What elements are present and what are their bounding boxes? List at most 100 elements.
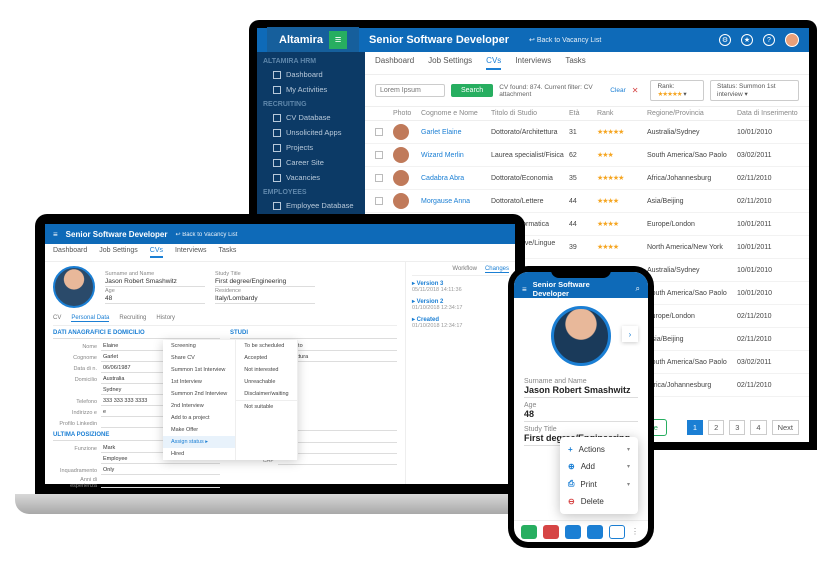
version-item[interactable]: ▸ Version 305/11/2018 14:11:36 <box>412 280 509 293</box>
sidebar-item-vacancies[interactable]: Vacancies <box>257 170 365 185</box>
laptop-header: ≡ Senior Software Developer ↩ Back to Va… <box>45 224 515 244</box>
menu-item[interactable]: Hired <box>163 448 235 460</box>
rtab-changes[interactable]: Changes <box>485 266 509 273</box>
clear-link[interactable]: Clear <box>610 87 626 94</box>
menu-delete[interactable]: ⊖Delete <box>560 493 638 510</box>
menu-icon[interactable]: ≡ <box>329 31 347 49</box>
row-name[interactable]: Morgause Anna <box>421 198 491 205</box>
table-row[interactable]: Wizard Merlin Laurea specialist/Fisica 6… <box>365 144 809 167</box>
menu-item[interactable]: Accepted <box>236 352 296 364</box>
menu-item[interactable]: Disclaimer/waiting <box>236 388 296 400</box>
sidebar-item-projects[interactable]: Projects <box>257 140 365 155</box>
tab-cvs[interactable]: CVs <box>150 247 163 258</box>
back-link[interactable]: ↩ Back to Vacancy List <box>175 231 237 238</box>
rtab-workflow[interactable]: Workflow <box>452 266 477 273</box>
menu-item[interactable]: Screening <box>163 340 235 352</box>
page-4[interactable]: 4 <box>750 420 766 435</box>
tab-tasks[interactable]: Tasks <box>565 56 585 70</box>
menu-actions[interactable]: +Actions▾ <box>560 441 638 458</box>
menu-item[interactable]: Unreachable <box>236 376 296 388</box>
back-link[interactable]: ↩ Back to Vacancy List <box>529 36 601 44</box>
menu-item[interactable]: 1st Interview <box>163 376 235 388</box>
menu-item[interactable]: 2nd Interview <box>163 400 235 412</box>
search-input[interactable] <box>375 84 445 97</box>
subtab-recruiting[interactable]: Recruiting <box>119 315 146 322</box>
row-name[interactable]: Wizard Merlin <box>421 152 491 159</box>
tab-interviews[interactable]: Interviews <box>175 247 207 258</box>
form-input[interactable]: Only <box>101 466 220 475</box>
sidebar-item-cvdb[interactable]: CV Database <box>257 110 365 125</box>
row-checkbox[interactable] <box>375 197 383 205</box>
sidebar-item-dashboard[interactable]: Dashboard <box>257 67 365 82</box>
sidebar-item-empdb[interactable]: Employee Database <box>257 198 365 213</box>
version-item[interactable]: ▸ Created01/10/2018 12:34:17 <box>412 316 509 329</box>
action-menu: +Actions▾ ⊕Add▾ ⎙Print▾ ⊖Delete <box>560 437 638 514</box>
right-panel: Workflow Changes ▸ Version 305/11/2018 1… <box>405 262 515 484</box>
table-row[interactable]: Cadabra Abra Dottorato/Economia 35 ★★★★★… <box>365 167 809 190</box>
rank-filter[interactable]: Rank: ★★★★★ ▾ <box>650 80 704 101</box>
help-icon[interactable]: ? <box>763 34 775 46</box>
table-row[interactable]: Garlet Elaine Dottorato/Architettura 31 … <box>365 121 809 144</box>
sidebar-item-career[interactable]: Career Site <box>257 155 365 170</box>
menu-item[interactable]: Summon 2nd Interview <box>163 388 235 400</box>
star-icon[interactable]: ★ <box>741 34 753 46</box>
menu-add[interactable]: ⊕Add▾ <box>560 458 638 475</box>
row-checkbox[interactable] <box>375 174 383 182</box>
page-next[interactable]: Next <box>772 420 799 435</box>
bottom-btn-5[interactable] <box>609 525 625 539</box>
settings-icon[interactable]: ⚙ <box>719 34 731 46</box>
row-name[interactable]: Cadabra Abra <box>421 175 491 182</box>
tab-tasks[interactable]: Tasks <box>219 247 237 258</box>
tab-interviews[interactable]: Interviews <box>515 56 551 70</box>
menu-item[interactable]: Assign status ▸ <box>163 436 235 448</box>
sidebar-item-activities[interactable]: My Activities <box>257 82 365 97</box>
row-avatar <box>393 147 409 163</box>
tab-dashboard[interactable]: Dashboard <box>375 56 414 70</box>
subtab-personal[interactable]: Personal Data <box>71 315 109 322</box>
menu-item[interactable]: Share CV <box>163 352 235 364</box>
tab-jobsettings[interactable]: Job Settings <box>99 247 138 258</box>
bottom-btn-3[interactable] <box>565 525 581 539</box>
row-age: 62 <box>569 152 597 159</box>
menu-print[interactable]: ⎙Print▾ <box>560 475 638 493</box>
page-2[interactable]: 2 <box>708 420 724 435</box>
page-3[interactable]: 3 <box>729 420 745 435</box>
bottom-btn-2[interactable] <box>543 525 559 539</box>
sidebar-item-unsolicited[interactable]: Unsolicited Apps <box>257 125 365 140</box>
menu-item[interactable]: Not interested <box>236 364 296 376</box>
next-icon[interactable]: › <box>622 326 638 342</box>
subtab-history[interactable]: History <box>156 315 175 322</box>
search-icon[interactable]: ⌕ <box>636 284 640 294</box>
bottom-btn-1[interactable] <box>521 525 537 539</box>
table-row[interactable]: Morgause Anna Dottorato/Lettere 44 ★★★★ … <box>365 190 809 213</box>
user-avatar[interactable] <box>785 33 799 47</box>
row-name[interactable]: Garlet Elaine <box>421 129 491 136</box>
menu-item[interactable]: Make Offer <box>163 424 235 436</box>
page-1[interactable]: 1 <box>687 420 703 435</box>
row-checkbox[interactable] <box>375 128 383 136</box>
row-checkbox[interactable] <box>375 151 383 159</box>
tab-dashboard[interactable]: Dashboard <box>53 247 87 258</box>
menu-item[interactable]: To be scheduled <box>236 340 296 352</box>
search-button[interactable]: Search <box>451 84 493 97</box>
menu-icon[interactable]: ≡ <box>53 230 58 239</box>
menu-item[interactable]: Not suitable <box>236 400 296 413</box>
more-icon[interactable]: ⋮ <box>631 527 641 536</box>
tab-cvs[interactable]: CVs <box>486 56 501 70</box>
tab-jobsettings[interactable]: Job Settings <box>428 56 472 70</box>
form-input[interactable] <box>101 479 220 488</box>
status-filter[interactable]: Status: Summon 1st interview ▾ <box>710 80 799 101</box>
row-region: Africa/Johannesburg <box>647 382 737 389</box>
row-avatar <box>393 193 409 209</box>
subtab-cv[interactable]: CV <box>53 315 61 322</box>
bottom-btn-4[interactable] <box>587 525 603 539</box>
row-date: 02/11/2010 <box>737 313 801 320</box>
row-date: 02/11/2010 <box>737 382 801 389</box>
menu-item[interactable]: Summon 1st Interview <box>163 364 235 376</box>
menu-item[interactable]: Add to a project <box>163 412 235 424</box>
version-item[interactable]: ▸ Version 201/10/2018 12:34:17 <box>412 298 509 311</box>
chevron-down-icon: ▾ <box>627 481 630 488</box>
row-age: 35 <box>569 175 597 182</box>
menu-icon[interactable]: ≡ <box>522 285 527 294</box>
close-icon[interactable]: ✕ <box>632 86 639 95</box>
